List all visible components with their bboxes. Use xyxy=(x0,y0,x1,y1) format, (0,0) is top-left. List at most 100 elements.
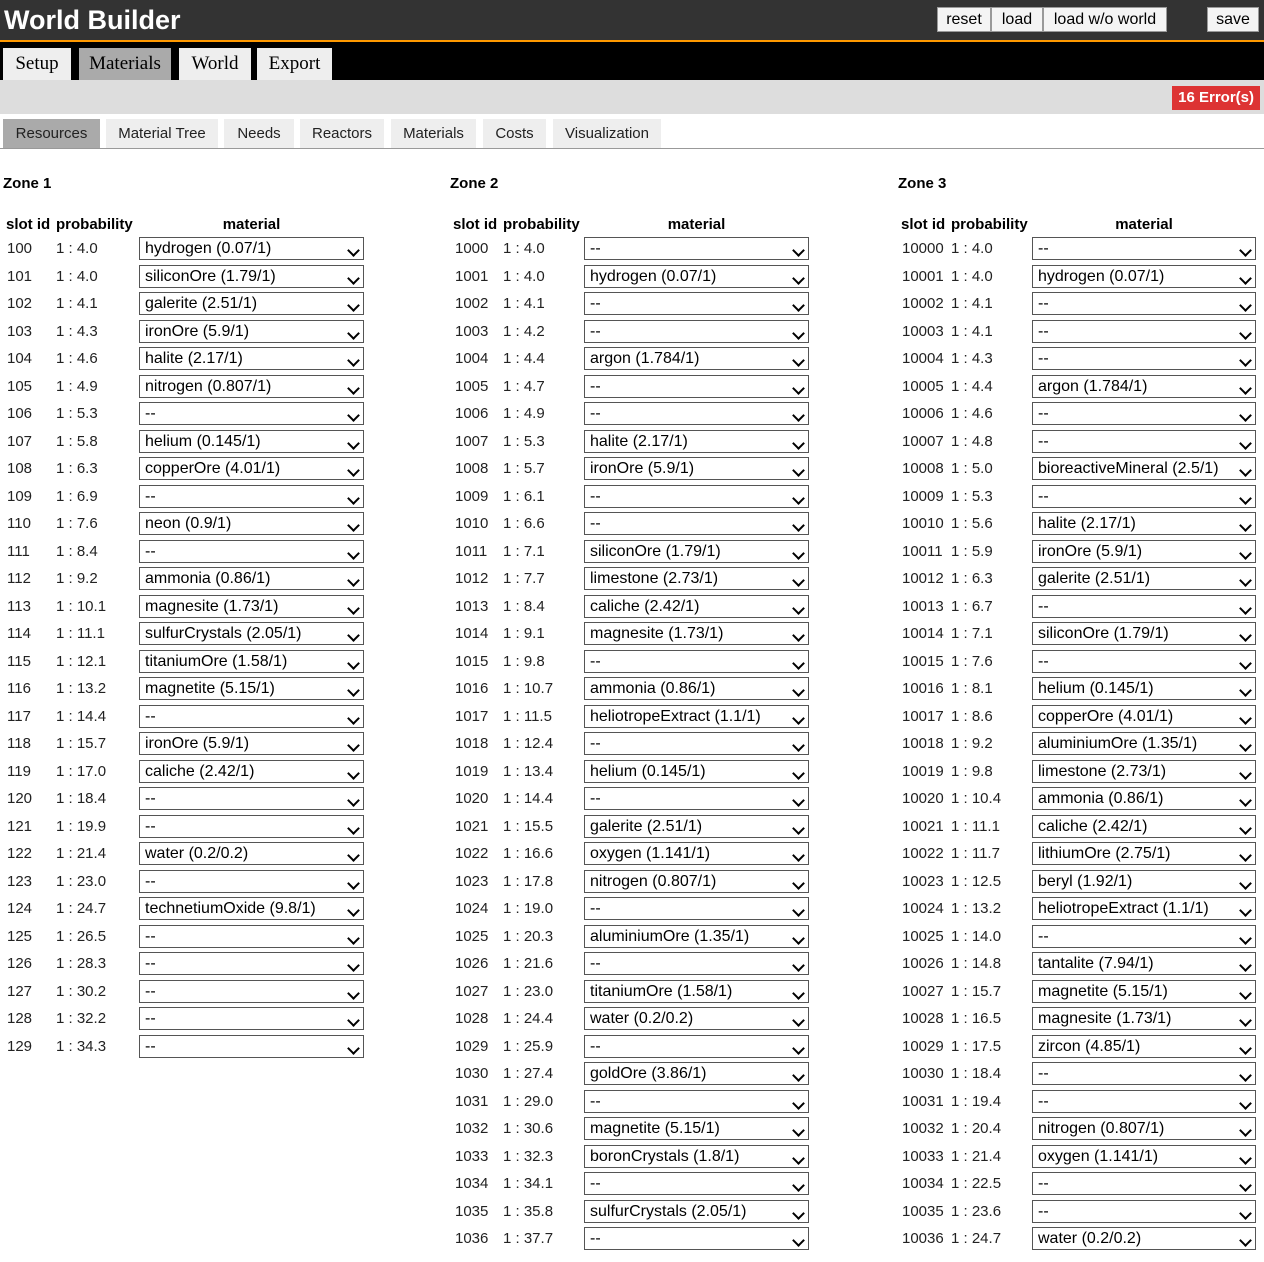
material-select[interactable]: aluminiumOre (1.35/1) xyxy=(584,924,809,948)
material-select[interactable]: halite (2.17/1) xyxy=(1032,512,1256,535)
material-select[interactable]: water (0.2/0.2) xyxy=(584,1007,809,1030)
material-select[interactable]: -- xyxy=(139,1007,364,1030)
material-select[interactable]: goldOre (3.86/1) xyxy=(584,1062,809,1085)
material-select[interactable]: galerite (2.51/1) xyxy=(584,814,809,838)
material-select[interactable]: argon (1.784/1) xyxy=(584,347,809,370)
material-select[interactable]: halite (2.17/1) xyxy=(584,429,809,453)
material-select[interactable]: caliche (2.42/1) xyxy=(584,594,809,618)
material-select[interactable]: -- xyxy=(139,952,364,975)
material-select[interactable]: -- xyxy=(584,374,809,398)
material-select[interactable]: -- xyxy=(584,732,809,755)
material-select[interactable]: argon (1.784/1) xyxy=(1032,374,1256,398)
tab-world[interactable]: World xyxy=(179,48,251,80)
material-select[interactable]: beryl (1.92/1) xyxy=(1032,869,1256,893)
material-select[interactable]: titaniumOre (1.58/1) xyxy=(139,649,364,673)
material-select[interactable]: caliche (2.42/1) xyxy=(1032,814,1256,838)
material-select[interactable]: -- xyxy=(139,787,364,810)
material-select[interactable]: heliotropeExtract (1.1/1) xyxy=(584,704,809,728)
material-select[interactable]: limestone (2.73/1) xyxy=(1032,759,1256,783)
material-select[interactable]: -- xyxy=(584,319,809,343)
reset-button[interactable]: reset xyxy=(937,7,991,32)
material-select[interactable]: caliche (2.42/1) xyxy=(139,759,364,783)
material-select[interactable]: -- xyxy=(1032,924,1256,948)
subtab-costs[interactable]: Costs xyxy=(483,119,546,148)
material-select[interactable]: magnesite (1.73/1) xyxy=(1032,1007,1256,1030)
material-select[interactable]: bioreactiveMineral (2.5/1) xyxy=(1032,457,1256,480)
material-select[interactable]: aluminiumOre (1.35/1) xyxy=(1032,732,1256,755)
material-select[interactable]: technetiumOxide (9.8/1) xyxy=(139,897,364,920)
material-select[interactable]: -- xyxy=(1032,484,1256,508)
material-select[interactable]: ammonia (0.86/1) xyxy=(584,677,809,700)
material-select[interactable]: -- xyxy=(1032,292,1256,315)
material-select[interactable]: -- xyxy=(1032,237,1256,260)
material-select[interactable]: siliconOre (1.79/1) xyxy=(139,264,364,288)
material-select[interactable]: lithiumOre (2.75/1) xyxy=(1032,842,1256,865)
material-select[interactable]: magnesite (1.73/1) xyxy=(584,622,809,645)
material-select[interactable]: copperOre (4.01/1) xyxy=(1032,704,1256,728)
material-select[interactable]: -- xyxy=(584,1089,809,1113)
error-count-badge[interactable]: 16 Error(s) xyxy=(1172,86,1260,110)
material-select[interactable]: -- xyxy=(139,1034,364,1058)
material-select[interactable]: halite (2.17/1) xyxy=(139,347,364,370)
subtab-needs[interactable]: Needs xyxy=(224,119,294,148)
material-select[interactable]: nitrogen (0.807/1) xyxy=(584,869,809,893)
material-select[interactable]: -- xyxy=(139,539,364,563)
material-select[interactable]: boronCrystals (1.8/1) xyxy=(584,1144,809,1168)
material-select[interactable]: neon (0.9/1) xyxy=(139,512,364,535)
material-select[interactable]: -- xyxy=(584,1227,809,1250)
material-select[interactable]: -- xyxy=(139,704,364,728)
material-select[interactable]: -- xyxy=(584,484,809,508)
material-select[interactable]: ammonia (0.86/1) xyxy=(139,567,364,590)
subtab-materials[interactable]: Materials xyxy=(391,119,476,148)
subtab-resources[interactable]: Resources xyxy=(3,119,100,148)
material-select[interactable]: -- xyxy=(584,402,809,425)
material-select[interactable]: -- xyxy=(1032,402,1256,425)
material-select[interactable]: -- xyxy=(584,512,809,535)
material-select[interactable]: -- xyxy=(139,402,364,425)
subtab-material-tree[interactable]: Material Tree xyxy=(106,119,218,148)
material-select[interactable]: heliotropeExtract (1.1/1) xyxy=(1032,897,1256,920)
material-select[interactable]: -- xyxy=(1032,429,1256,453)
material-select[interactable]: sulfurCrystals (2.05/1) xyxy=(584,1199,809,1223)
material-select[interactable]: -- xyxy=(1032,347,1256,370)
material-select[interactable]: -- xyxy=(584,787,809,810)
material-select[interactable]: -- xyxy=(584,1172,809,1195)
tab-materials[interactable]: Materials xyxy=(79,48,171,80)
load-button[interactable]: load xyxy=(991,7,1043,32)
material-select[interactable]: hydrogen (0.07/1) xyxy=(584,264,809,288)
material-select[interactable]: helium (0.145/1) xyxy=(139,429,364,453)
material-select[interactable]: siliconOre (1.79/1) xyxy=(1032,622,1256,645)
material-select[interactable]: -- xyxy=(584,1034,809,1058)
material-select[interactable]: -- xyxy=(584,237,809,260)
material-select[interactable]: ironOre (5.9/1) xyxy=(584,457,809,480)
material-select[interactable]: ironOre (5.9/1) xyxy=(1032,539,1256,563)
material-select[interactable]: limestone (2.73/1) xyxy=(584,567,809,590)
material-select[interactable]: -- xyxy=(139,869,364,893)
material-select[interactable]: -- xyxy=(1032,1062,1256,1085)
material-select[interactable]: -- xyxy=(139,924,364,948)
material-select[interactable]: titaniumOre (1.58/1) xyxy=(584,979,809,1003)
material-select[interactable]: -- xyxy=(139,979,364,1003)
material-select[interactable]: magnetite (5.15/1) xyxy=(584,1117,809,1140)
material-select[interactable]: ammonia (0.86/1) xyxy=(1032,787,1256,810)
material-select[interactable]: nitrogen (0.807/1) xyxy=(1032,1117,1256,1140)
save-button[interactable]: save xyxy=(1207,7,1259,32)
material-select[interactable]: helium (0.145/1) xyxy=(584,759,809,783)
material-select[interactable]: magnetite (5.15/1) xyxy=(1032,979,1256,1003)
material-select[interactable]: ironOre (5.9/1) xyxy=(139,732,364,755)
material-select[interactable]: tantalite (7.94/1) xyxy=(1032,952,1256,975)
material-select[interactable]: ironOre (5.9/1) xyxy=(139,319,364,343)
material-select[interactable]: -- xyxy=(139,814,364,838)
material-select[interactable]: -- xyxy=(1032,649,1256,673)
material-select[interactable]: nitrogen (0.807/1) xyxy=(139,374,364,398)
material-select[interactable]: magnetite (5.15/1) xyxy=(139,677,364,700)
material-select[interactable]: -- xyxy=(584,649,809,673)
material-select[interactable]: water (0.2/0.2) xyxy=(1032,1227,1256,1250)
material-select[interactable]: -- xyxy=(584,292,809,315)
material-select[interactable]: -- xyxy=(139,484,364,508)
material-select[interactable]: -- xyxy=(1032,594,1256,618)
material-select[interactable]: -- xyxy=(1032,1199,1256,1223)
subtab-visualization[interactable]: Visualization xyxy=(553,119,661,148)
material-select[interactable]: hydrogen (0.07/1) xyxy=(139,237,364,260)
material-select[interactable]: sulfurCrystals (2.05/1) xyxy=(139,622,364,645)
